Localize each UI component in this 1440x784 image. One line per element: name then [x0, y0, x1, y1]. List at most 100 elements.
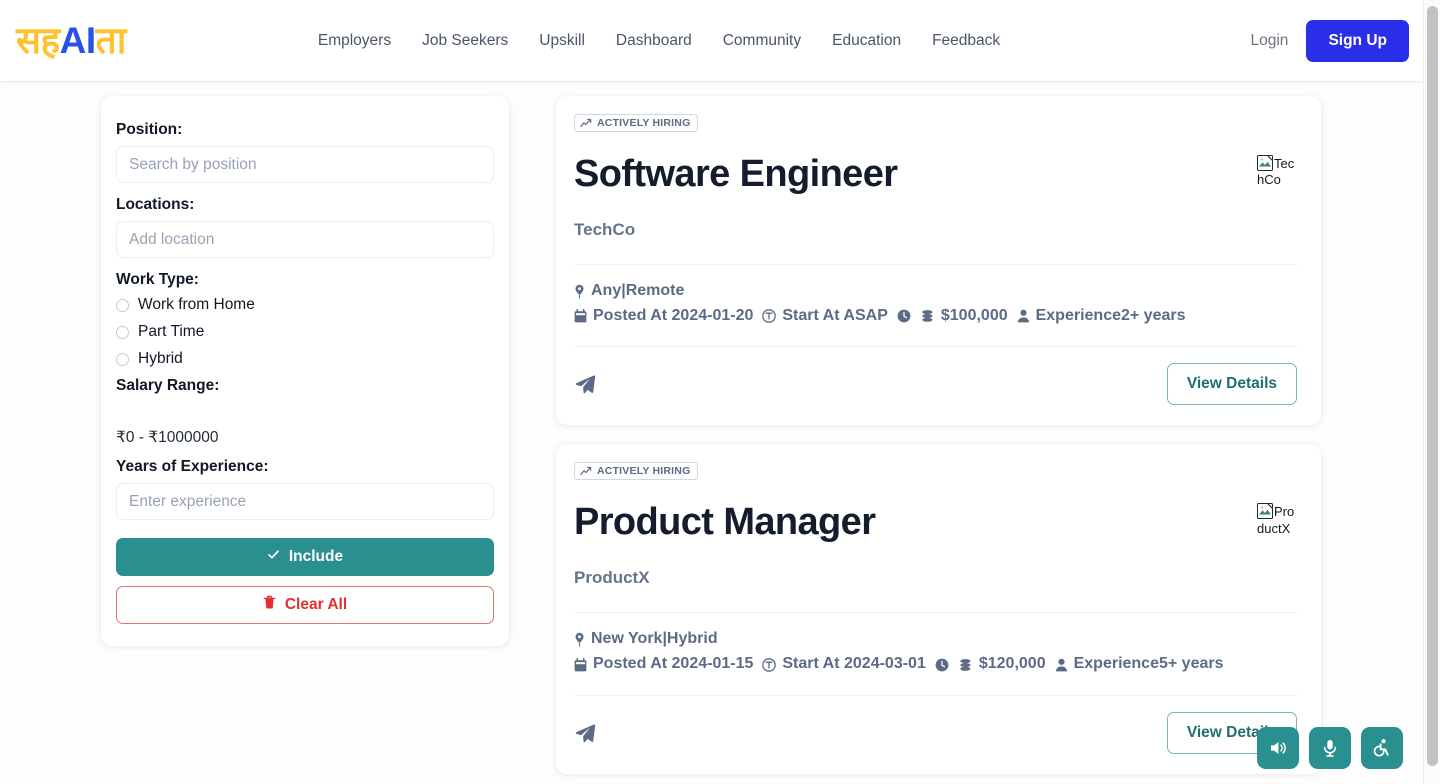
view-details-button[interactable]: View Details	[1166, 363, 1297, 406]
site-logo[interactable]: सहAIता	[16, 22, 126, 59]
job-posted-date: Posted At 2024-01-20	[574, 304, 753, 329]
accessibility-icon	[1372, 738, 1392, 758]
job-salary: $120,000	[958, 652, 1046, 677]
work-type-option-work-from-home[interactable]: Work from Home	[116, 296, 494, 314]
status-badge: ACTIVELY HIRING	[574, 114, 699, 132]
position-label: Position:	[116, 121, 183, 138]
radio-icon[interactable]	[116, 352, 129, 366]
job-experience: Experience2+ years	[1017, 304, 1186, 329]
job-salary: $100,000	[920, 304, 1008, 329]
job-location: Any|Remote	[574, 279, 684, 304]
job-posted-text: Posted At 2024-01-20	[593, 306, 754, 324]
share-plane-icon[interactable]	[574, 373, 596, 395]
location-pin-icon	[574, 284, 585, 299]
experience-label: Years of Experience:	[116, 458, 269, 475]
job-meta: Any|Remote Posted At 2024-01-20 Start At…	[574, 279, 1297, 329]
speaker-button[interactable]	[1257, 727, 1299, 769]
salary-range-value: ₹0 - ₹1000000	[116, 429, 219, 446]
job-filter-panel: Position: Locations: Work Type: Work fro…	[101, 96, 509, 646]
job-meta-row-location: New York|Hybrid	[574, 627, 1297, 652]
radio-icon[interactable]	[116, 325, 129, 339]
status-badge: ACTIVELY HIRING	[574, 462, 699, 481]
work-type-option-part-time[interactable]: Part Time	[116, 323, 494, 341]
job-clock-marker	[897, 309, 911, 323]
accessibility-button[interactable]	[1361, 727, 1403, 769]
site-header: सहAIता Employers Job Seekers Upskill Das…	[0, 0, 1423, 81]
main-navigation: Employers Job Seekers Upskill Dashboard …	[318, 32, 1000, 50]
status-badge-label: ACTIVELY HIRING	[597, 117, 691, 129]
job-location-text: Any|Remote	[591, 281, 685, 299]
include-filter-button[interactable]: Include	[116, 538, 494, 576]
card-divider	[574, 612, 1297, 614]
company-logo-placeholder: TechCo	[1257, 155, 1299, 189]
job-salary-text: $100,000	[940, 306, 1008, 324]
nav-item-feedback[interactable]: Feedback	[932, 32, 1000, 50]
job-posted-date: Posted At 2024-01-15	[574, 652, 753, 677]
job-company: ProductX	[574, 568, 650, 588]
job-experience-text: Experience5+ years	[1073, 655, 1224, 673]
job-location-text: New York|Hybrid	[591, 630, 718, 648]
login-link[interactable]: Login	[1251, 32, 1289, 50]
clear-all-button[interactable]: Clear All	[116, 586, 494, 624]
experience-input[interactable]	[116, 483, 494, 520]
browser-viewport: सहAIता Employers Job Seekers Upskill Das…	[0, 0, 1440, 784]
job-card[interactable]: ACTIVELY HIRING Software Engineer TechCo…	[556, 96, 1321, 426]
header-actions: Login Sign Up	[1251, 19, 1409, 62]
start-date-icon	[762, 309, 777, 323]
job-clock-marker	[935, 658, 949, 672]
share-plane-icon[interactable]	[574, 722, 596, 744]
coins-icon	[958, 658, 973, 672]
logo-part-2: AI	[59, 20, 97, 61]
trending-up-icon	[580, 466, 592, 476]
job-results-list: ACTIVELY HIRING Software Engineer TechCo…	[556, 96, 1321, 784]
job-posted-text: Posted At 2024-01-15	[593, 655, 754, 673]
job-start-text: Start At ASAP	[782, 306, 888, 324]
work-type-option-hybrid[interactable]: Hybrid	[116, 350, 494, 368]
person-icon	[1017, 309, 1030, 323]
job-card-footer: View Details	[574, 694, 1297, 754]
nav-item-education[interactable]: Education	[832, 32, 901, 50]
job-start-date: Start At 2024-03-01	[762, 652, 926, 677]
job-meta-row-details: Posted At 2024-01-20 Start At ASAP $100,…	[574, 304, 1297, 329]
job-experience-text: Experience2+ years	[1035, 306, 1186, 324]
salary-range-slider[interactable]	[116, 402, 494, 428]
page-scrollbar[interactable]	[1423, 0, 1440, 784]
location-pin-icon	[574, 632, 585, 647]
card-divider	[574, 263, 1297, 265]
microphone-button[interactable]	[1309, 727, 1351, 769]
job-experience: Experience5+ years	[1055, 652, 1224, 677]
nav-item-employers[interactable]: Employers	[318, 32, 391, 50]
logo-part-3: ता	[95, 20, 127, 61]
nav-item-dashboard[interactable]: Dashboard	[616, 32, 692, 50]
nav-item-upskill[interactable]: Upskill	[539, 32, 585, 50]
clock-icon	[935, 658, 949, 672]
floating-action-buttons	[1257, 727, 1403, 769]
coins-icon	[920, 309, 935, 323]
nav-item-job-seekers[interactable]: Job Seekers	[422, 32, 508, 50]
start-date-icon	[762, 657, 777, 672]
locations-label: Locations:	[116, 196, 195, 213]
radio-icon[interactable]	[116, 298, 129, 312]
page-content: Position: Locations: Work Type: Work fro…	[0, 81, 1423, 784]
nav-item-community[interactable]: Community	[723, 32, 801, 50]
job-company: TechCo	[574, 219, 636, 239]
work-type-label: Work Type:	[116, 271, 199, 288]
job-start-date: Start At ASAP	[762, 304, 888, 329]
sign-up-button[interactable]: Sign Up	[1306, 19, 1409, 62]
job-title: Product Manager	[574, 501, 876, 544]
job-meta-row-details: Posted At 2024-01-15 Start At 2024-03-01	[574, 652, 1297, 677]
work-type-option-label: Work from Home	[138, 296, 255, 313]
job-salary-text: $120,000	[978, 655, 1046, 673]
person-icon	[1055, 658, 1068, 672]
position-input[interactable]	[116, 146, 494, 183]
status-badge-label: ACTIVELY HIRING	[597, 465, 691, 478]
job-meta-row-location: Any|Remote	[574, 279, 1297, 304]
location-input[interactable]	[116, 221, 494, 258]
clear-all-button-label: Clear All	[284, 596, 348, 613]
scrollbar-thumb[interactable]	[1427, 6, 1438, 766]
job-card[interactable]: ACTIVELY HIRING Product Manager ProductX…	[556, 444, 1321, 774]
check-icon	[267, 548, 280, 566]
broken-image-icon	[1257, 503, 1273, 520]
calendar-icon	[574, 309, 587, 323]
job-title: Software Engineer	[574, 153, 898, 195]
